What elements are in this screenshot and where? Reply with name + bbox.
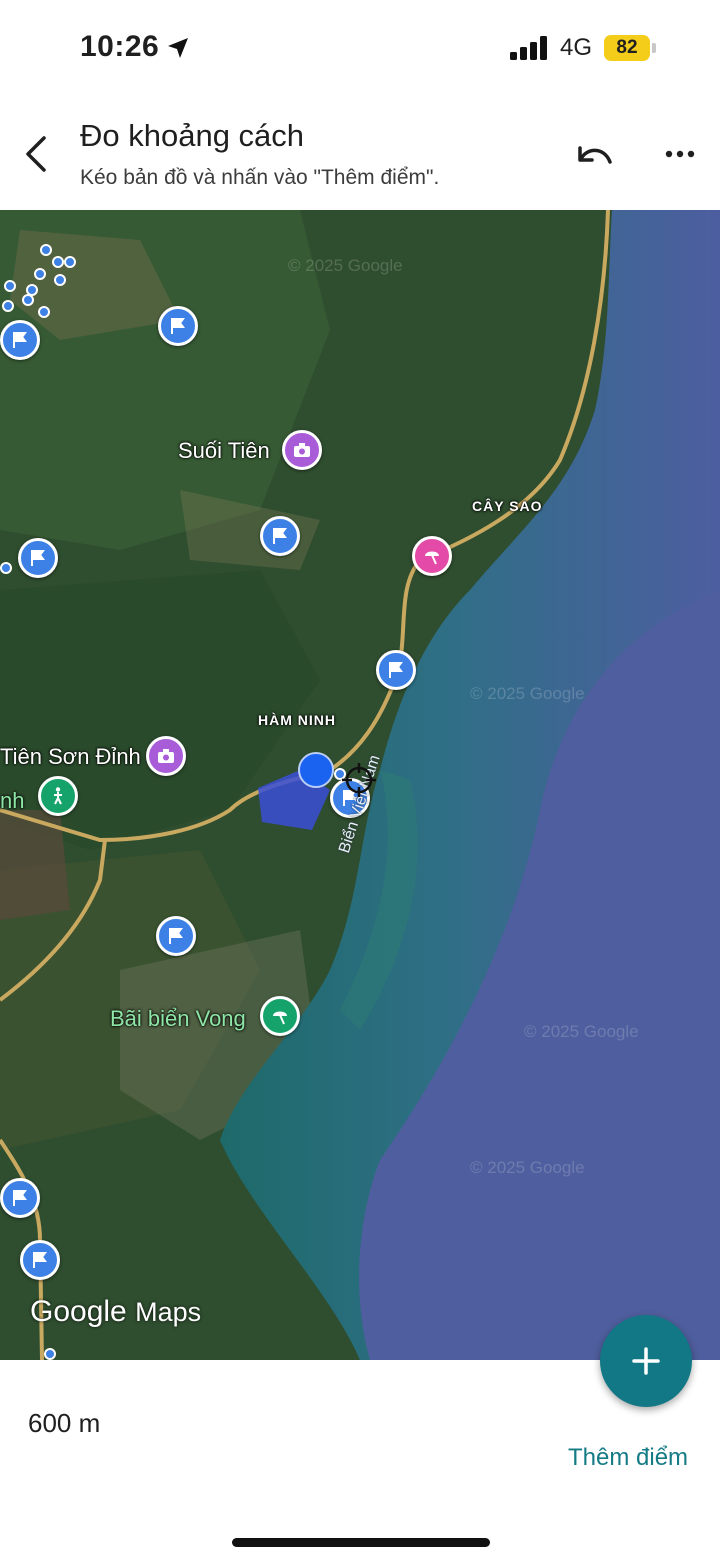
add-point-label[interactable]: Thêm điểm xyxy=(568,1444,688,1472)
satellite-map[interactable]: © 2025 Google © 2025 Google © 2025 Googl… xyxy=(0,210,720,1360)
map-dot[interactable] xyxy=(2,300,14,312)
flag-pin[interactable] xyxy=(20,1240,60,1280)
map-watermark: © 2025 Google xyxy=(470,1158,585,1177)
place-label-suoi-tien[interactable]: Suối Tiên xyxy=(178,438,270,464)
flag-icon xyxy=(31,550,45,566)
network-type: 4G xyxy=(560,34,593,61)
map-dot[interactable] xyxy=(4,280,16,292)
hiking-icon xyxy=(54,787,62,805)
flag-icon xyxy=(389,662,403,678)
flag-icon xyxy=(13,1190,27,1206)
google-logo-text: Google xyxy=(30,1295,127,1328)
place-label-cay-sao[interactable]: CÂY SAO xyxy=(472,498,543,514)
flag-icon xyxy=(169,928,183,944)
map-dot[interactable] xyxy=(38,306,50,318)
back-arrow-icon[interactable] xyxy=(18,130,58,178)
beach-pin-cay-sao[interactable] xyxy=(412,536,452,576)
add-point-button[interactable] xyxy=(600,1315,692,1407)
distance-value: 600 m xyxy=(28,1408,101,1438)
flag-pin[interactable] xyxy=(18,538,58,578)
flag-pin[interactable] xyxy=(158,306,198,346)
beach-pin-bai-bien-vong[interactable] xyxy=(260,996,300,1036)
flag-icon xyxy=(33,1252,47,1268)
flag-pin[interactable] xyxy=(376,650,416,690)
google-maps-logo: Google Maps xyxy=(30,1295,201,1329)
flag-pin[interactable] xyxy=(0,1178,40,1218)
flag-pin[interactable] xyxy=(156,916,196,956)
flag-icon xyxy=(273,528,287,544)
beach-umbrella-icon xyxy=(273,1011,287,1025)
app-header: Đo khoảng cách Kéo bản đồ và nhấn vào "T… xyxy=(0,100,720,210)
home-indicator[interactable] xyxy=(232,1538,490,1547)
place-label-ham-ninh[interactable]: HÀM NINH xyxy=(258,712,336,728)
map-dot[interactable] xyxy=(64,256,76,268)
map-dot[interactable] xyxy=(34,268,46,280)
map-dot[interactable] xyxy=(54,274,66,286)
flag-pin[interactable] xyxy=(0,320,40,360)
camera-icon xyxy=(158,749,174,763)
place-label-bai-bien-vong[interactable]: Bãi biển Vong xyxy=(110,1006,246,1032)
place-label-tien-son-dinh[interactable]: Tiên Sơn Đỉnh xyxy=(0,744,141,770)
hiking-pin[interactable] xyxy=(38,776,78,816)
flag-icon xyxy=(171,318,185,334)
cellular-signal-icon xyxy=(510,36,547,60)
battery-icon: 82 xyxy=(604,35,656,61)
map-dot[interactable] xyxy=(52,256,64,268)
undo-icon[interactable] xyxy=(570,136,616,176)
map-dot[interactable] xyxy=(0,562,12,574)
page-title: Đo khoảng cách xyxy=(80,118,305,153)
camera-pin-tien-son-dinh[interactable] xyxy=(146,736,186,776)
camera-pin-suoi-tien[interactable] xyxy=(282,430,322,470)
map-dot[interactable] xyxy=(44,1348,56,1360)
status-bar: 10:26 4G 82 xyxy=(0,0,720,100)
my-location-dot xyxy=(298,752,334,788)
crosshair-icon xyxy=(342,763,376,797)
map-dot[interactable] xyxy=(22,294,34,306)
maps-logo-text: Maps xyxy=(135,1297,202,1327)
map-dot[interactable] xyxy=(40,244,52,256)
map-watermark: © 2025 Google xyxy=(470,684,585,703)
page-subtitle: Kéo bản đồ và nhấn vào "Thêm điểm". xyxy=(80,166,440,189)
flag-pin[interactable] xyxy=(260,516,300,556)
flag-icon xyxy=(13,332,27,348)
map-watermark: © 2025 Google xyxy=(288,256,403,275)
place-label-park[interactable]: nh xyxy=(0,788,24,814)
beach-umbrella-icon xyxy=(425,551,439,565)
plus-icon xyxy=(632,1347,660,1375)
status-time: 10:26 xyxy=(80,30,160,63)
camera-icon xyxy=(294,443,310,457)
location-arrow-icon xyxy=(168,38,188,58)
battery-level: 82 xyxy=(616,37,638,58)
more-vertical-icon[interactable] xyxy=(660,136,700,176)
map-watermark: © 2025 Google xyxy=(524,1022,639,1041)
